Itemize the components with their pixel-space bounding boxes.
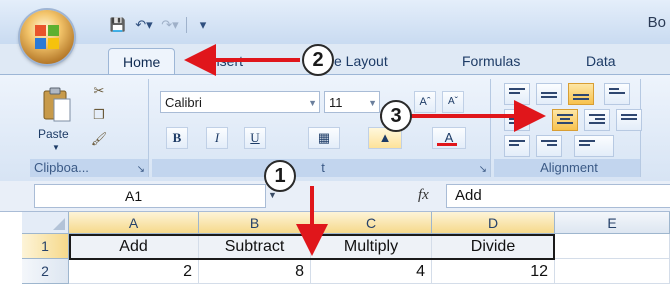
cell-a2[interactable]: 2 — [69, 259, 199, 284]
cut-icon[interactable]: ✂ — [88, 83, 110, 101]
customize-icon[interactable]: ▾ — [193, 16, 213, 34]
clipboard-group-label: Clipboa... — [30, 159, 148, 177]
alignment-group-label: Alignment — [494, 159, 640, 177]
paste-icon[interactable] — [42, 87, 72, 123]
title-bar: 💾 ↶▾ ↷▾ ▾ Bo — [0, 0, 670, 44]
formula-bar: A1 ▼ fx Add — [0, 181, 670, 212]
chevron-down-icon[interactable]: ▼ — [308, 92, 317, 114]
paste-label[interactable]: Paste — [38, 127, 69, 141]
cell-d1[interactable]: Divide — [432, 234, 555, 259]
redo-icon[interactable]: ↷▾ — [160, 16, 180, 34]
align-middle-icon[interactable] — [536, 83, 562, 105]
quick-access-toolbar: 💾 ↶▾ ↷▾ ▾ — [108, 14, 213, 36]
clipboard-group: Paste ▼ ✂ ❐ 🖌 Clipboa... ↘ — [30, 79, 149, 177]
name-box[interactable]: A1 — [34, 184, 266, 208]
align-right-icon[interactable] — [584, 109, 610, 131]
paste-dropdown-icon[interactable]: ▼ — [52, 143, 60, 152]
tab-home[interactable]: Home — [108, 48, 176, 75]
format-painter-icon[interactable]: 🖌 — [88, 131, 110, 149]
column-header-a[interactable]: A — [69, 212, 199, 234]
toolbar-separator — [186, 17, 187, 33]
callout-3: 3 — [380, 100, 412, 132]
bold-button[interactable]: B — [166, 127, 188, 149]
font-launcher-icon[interactable]: ↘ — [479, 164, 487, 175]
font-size-value: 11 — [329, 95, 343, 110]
underline-button[interactable]: U — [244, 127, 266, 149]
row-header-2[interactable]: 2 — [22, 259, 69, 284]
orientation-icon[interactable] — [604, 83, 630, 105]
font-name-combo[interactable]: Calibri ▼ — [160, 91, 320, 113]
font-color-button[interactable]: A — [432, 127, 466, 149]
chevron-down-icon[interactable]: ▼ — [368, 92, 377, 114]
font-group-label: t — [152, 159, 490, 177]
insert-function-icon[interactable]: fx — [418, 187, 429, 204]
office-button[interactable] — [20, 10, 74, 64]
clipboard-launcher-icon[interactable]: ↘ — [137, 164, 145, 175]
tab-data[interactable]: Data — [586, 48, 616, 74]
cell-b1[interactable]: Subtract — [199, 234, 311, 259]
tab-page-layout[interactable]: e Layout — [334, 48, 388, 74]
select-all-corner[interactable] — [22, 212, 69, 234]
font-color-swatch — [437, 143, 457, 146]
shrink-font-icon[interactable]: Aˇ — [442, 91, 464, 113]
font-group: Calibri ▼ 11 ▼ Aˆ Aˇ B I U ▦ ▲ A t ↘ — [152, 79, 491, 177]
cell-e1[interactable] — [555, 234, 670, 259]
callout-2: 2 — [302, 44, 334, 76]
column-header-b[interactable]: B — [199, 212, 311, 234]
align-bottom-icon[interactable] — [568, 83, 594, 105]
ribbon: Paste ▼ ✂ ❐ 🖌 Clipboa... ↘ Calibri ▼ 11 … — [0, 74, 670, 182]
cell-c2[interactable]: 4 — [311, 259, 432, 284]
align-left-icon[interactable] — [504, 109, 530, 131]
decrease-indent-icon[interactable] — [504, 135, 530, 157]
save-icon[interactable]: 💾 — [108, 16, 128, 34]
cell-d2[interactable]: 12 — [432, 259, 555, 284]
tab-insert[interactable]: Insert — [208, 48, 243, 74]
cell-a1[interactable]: Add — [69, 234, 199, 259]
borders-icon[interactable]: ▦ — [308, 127, 340, 149]
formula-input[interactable]: Add — [446, 184, 670, 208]
grow-font-icon[interactable]: Aˆ — [414, 91, 436, 113]
row-header-1[interactable]: 1 — [22, 234, 69, 259]
tab-formulas[interactable]: Formulas — [462, 48, 520, 74]
worksheet-grid: A B C D E 1 2 Add Subtract Multiply Divi… — [0, 212, 670, 286]
wrap-text-icon[interactable] — [574, 135, 614, 157]
column-header-d[interactable]: D — [432, 212, 555, 234]
merge-center-icon[interactable] — [616, 109, 642, 131]
column-header-c[interactable]: C — [311, 212, 432, 234]
alignment-group: Alignment — [494, 79, 642, 177]
callout-1: 1 — [264, 160, 296, 192]
increase-indent-icon[interactable] — [536, 135, 562, 157]
center-align-button[interactable] — [552, 109, 578, 131]
cell-e2[interactable] — [555, 259, 670, 284]
italic-button[interactable]: I — [206, 127, 228, 149]
align-top-icon[interactable] — [504, 83, 530, 105]
column-header-e[interactable]: E — [555, 212, 670, 234]
undo-icon[interactable]: ↶▾ — [134, 16, 154, 34]
copy-icon[interactable]: ❐ — [88, 107, 110, 125]
font-name-value: Calibri — [165, 95, 202, 110]
cell-c1[interactable]: Multiply — [311, 234, 432, 259]
excel-window: 💾 ↶▾ ↷▾ ▾ Bo Home Insert e Layout Formul… — [0, 0, 670, 286]
cell-b2[interactable]: 8 — [199, 259, 311, 284]
ribbon-tabs: Home Insert e Layout Formulas Data — [0, 44, 670, 75]
office-logo-icon — [35, 25, 59, 49]
font-size-combo[interactable]: 11 ▼ — [324, 91, 380, 113]
window-title: Bo — [647, 14, 666, 31]
